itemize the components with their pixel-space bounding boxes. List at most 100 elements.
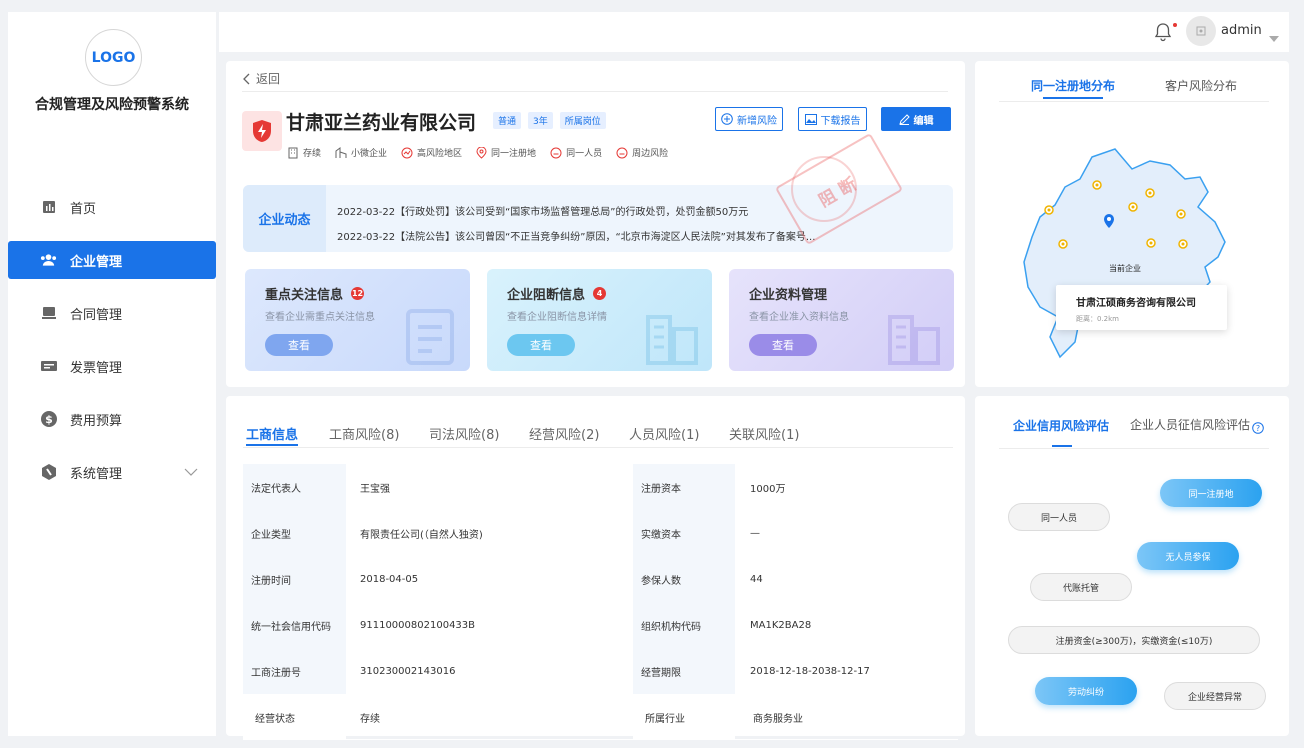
- meta-same-person: 同一人员: [550, 146, 602, 159]
- sidebar-item-label: 合同管理: [70, 307, 123, 323]
- tag-level: 普通: [493, 112, 522, 129]
- dollar-icon: $: [40, 411, 57, 428]
- add-risk-button[interactable]: 新增风险: [715, 107, 783, 131]
- users-icon: [40, 252, 57, 269]
- tab-operation-risk[interactable]: 经营风险(2): [529, 424, 599, 443]
- back-link[interactable]: 返回: [242, 70, 280, 87]
- info-table: 法定代表人 王宝强 注册资本 1000万 企业类型 有限责任公司(（自然人独资)…: [243, 464, 958, 740]
- document-management-panel: 企业资料管理 查看企业准入资料信息 查看: [729, 269, 954, 371]
- app: LOGO 合规管理及风险预警系统 首页 企业管理 合同管理 发票管理 $ 费用预…: [0, 0, 1304, 748]
- field-label: 统一社会信用代码: [243, 602, 346, 648]
- field-label: 企业类型: [243, 510, 346, 556]
- sidebar-item-label: 系统管理: [70, 466, 123, 482]
- field-label: 参保人数: [633, 556, 735, 602]
- map-popup[interactable]: 甘肃江硕商务咨询有限公司 距离：0.2km: [1056, 285, 1227, 330]
- panel-desc: 查看企业需重点关注信息: [265, 312, 375, 323]
- table-row: 企业类型 有限责任公司(（自然人独资) 实缴资本 —: [243, 510, 958, 556]
- tab-personnel-credit-risk[interactable]: 企业人员征信风险评估: [1130, 416, 1250, 433]
- table-row: 经营状态 存续 所属行业 商务服务业: [243, 694, 958, 740]
- active-tab-indicator: [1043, 97, 1103, 99]
- company-name: 甘肃亚兰药业有限公司: [286, 112, 477, 134]
- help-icon[interactable]: ?: [1252, 419, 1264, 438]
- field-value: 1000万: [750, 483, 786, 495]
- sidebar-item-home[interactable]: 首页: [8, 188, 216, 226]
- tab-judicial-risk[interactable]: 司法风险(8): [429, 424, 499, 443]
- view-button[interactable]: 查看: [507, 334, 575, 356]
- company-shield-icon: [242, 111, 282, 151]
- username[interactable]: admin: [1221, 23, 1262, 38]
- tab-related-risk[interactable]: 关联风险(1): [729, 424, 799, 443]
- risk-tag[interactable]: 劳动纠纷: [1035, 677, 1137, 705]
- tab-same-address[interactable]: 同一注册地分布: [1031, 77, 1115, 94]
- company-tags: 普通 3年 所属岗位: [493, 112, 606, 129]
- risk-tag[interactable]: 代账托管: [1030, 573, 1132, 601]
- focus-info-panel: 重点关注信息 12 查看企业需重点关注信息 查看: [245, 269, 470, 371]
- sidebar-item-label: 发票管理: [70, 360, 123, 376]
- bell-icon[interactable]: [1154, 22, 1172, 46]
- view-button[interactable]: 查看: [265, 334, 333, 356]
- field-label: 注册时间: [243, 556, 346, 602]
- count-badge: 4: [593, 287, 607, 300]
- sidebar-item-budget[interactable]: $ 费用预算: [8, 400, 216, 438]
- user-circle-icon: [550, 147, 562, 158]
- back-label: 返回: [256, 72, 281, 86]
- panel-desc: 查看企业准入资料信息: [749, 312, 849, 323]
- field-value: 91110000802100433B: [360, 619, 476, 631]
- chevron-down-icon: [184, 465, 198, 480]
- news-label: 企业动态: [243, 185, 326, 252]
- alert-circle-icon: [616, 147, 628, 158]
- sidebar-item-invoice[interactable]: 发票管理: [8, 347, 216, 385]
- location-icon: [476, 146, 487, 159]
- edit-button[interactable]: 编辑: [881, 107, 951, 131]
- meta-size: 小微企业: [335, 146, 387, 159]
- news-item[interactable]: 2022-03-22【法院公告】该公司曾因“不正当竞争纠纷”原因，“北京市海淀区…: [337, 228, 815, 243]
- table-row: 法定代表人 王宝强 注册资本 1000万: [243, 464, 958, 510]
- top-header: admin: [219, 12, 1289, 52]
- risk-tag[interactable]: 同一人员: [1008, 503, 1110, 531]
- trend-icon: [401, 147, 413, 158]
- avatar[interactable]: [1186, 16, 1216, 46]
- chart-icon: [40, 199, 57, 216]
- company-meta: 存续 小微企业 高风险地区 同一注册地 同一人员 周边风险: [287, 146, 668, 159]
- plus-circle-icon: [721, 113, 733, 125]
- active-tab-indicator: [246, 444, 298, 446]
- tab-business-risk[interactable]: 工商风险(8): [329, 424, 399, 443]
- risk-assessment-card: 企业信用风险评估 企业人员征信风险评估 ? 同一注册地 同一人员 无人员参保 代…: [975, 396, 1289, 736]
- panel-desc: 查看企业阻断信息详情: [507, 312, 607, 323]
- tag-position: 所属岗位: [559, 112, 606, 129]
- system-title: 合规管理及风险预警系统: [35, 97, 189, 113]
- view-button[interactable]: 查看: [749, 334, 817, 356]
- divider: [243, 447, 953, 448]
- tab-personnel-risk[interactable]: 人员风险(1): [629, 424, 699, 443]
- office-icon: [335, 146, 347, 158]
- divider: [999, 101, 1269, 102]
- caret-down-icon[interactable]: [1269, 27, 1279, 46]
- field-label: 注册资本: [633, 464, 735, 510]
- risk-tag[interactable]: 企业经营异常: [1164, 682, 1266, 710]
- table-row: 注册时间 2018-04-05 参保人数 44: [243, 556, 958, 602]
- svg-text:?: ?: [1256, 424, 1260, 433]
- tab-credit-risk[interactable]: 企业信用风险评估: [1013, 417, 1109, 434]
- risk-tag[interactable]: 同一注册地: [1160, 479, 1262, 507]
- popup-company-name: 甘肃江硕商务咨询有限公司: [1076, 298, 1196, 309]
- field-value: 有限责任公司(（自然人独资): [360, 529, 483, 541]
- popup-distance: 距离：0.2km: [1076, 315, 1120, 323]
- sidebar-item-system[interactable]: 系统管理: [8, 453, 216, 491]
- divider: [999, 448, 1269, 449]
- field-value: 44: [750, 573, 763, 585]
- tag-years: 3年: [528, 112, 553, 129]
- sidebar-menu: 首页 企业管理 合同管理 发票管理 $ 费用预算 系统管理: [8, 188, 216, 506]
- tab-customer-risk[interactable]: 客户风险分布: [1165, 77, 1237, 94]
- panel-title: 企业资料管理: [749, 288, 828, 303]
- risk-tag[interactable]: 无人员参保: [1137, 542, 1239, 570]
- news-item[interactable]: 2022-03-22【行政处罚】该公司受到“国家市场监督管理总局”的行政处罚，处…: [337, 203, 748, 218]
- sidebar-item-contract[interactable]: 合同管理: [8, 294, 216, 332]
- field-value: 310230002143016: [360, 665, 456, 677]
- download-report-button[interactable]: 下载报告: [798, 107, 867, 131]
- risk-tag[interactable]: 注册资金(≥300万)，实缴资金(≤10万): [1008, 626, 1260, 654]
- block-info-panel: 企业阻断信息 4 查看企业阻断信息详情 查看: [487, 269, 712, 371]
- sidebar-item-enterprise[interactable]: 企业管理: [8, 241, 216, 279]
- building-icon: [888, 315, 940, 365]
- tab-business-info[interactable]: 工商信息: [246, 424, 298, 443]
- field-value: 2018-12-18-2038-12-17: [750, 665, 870, 677]
